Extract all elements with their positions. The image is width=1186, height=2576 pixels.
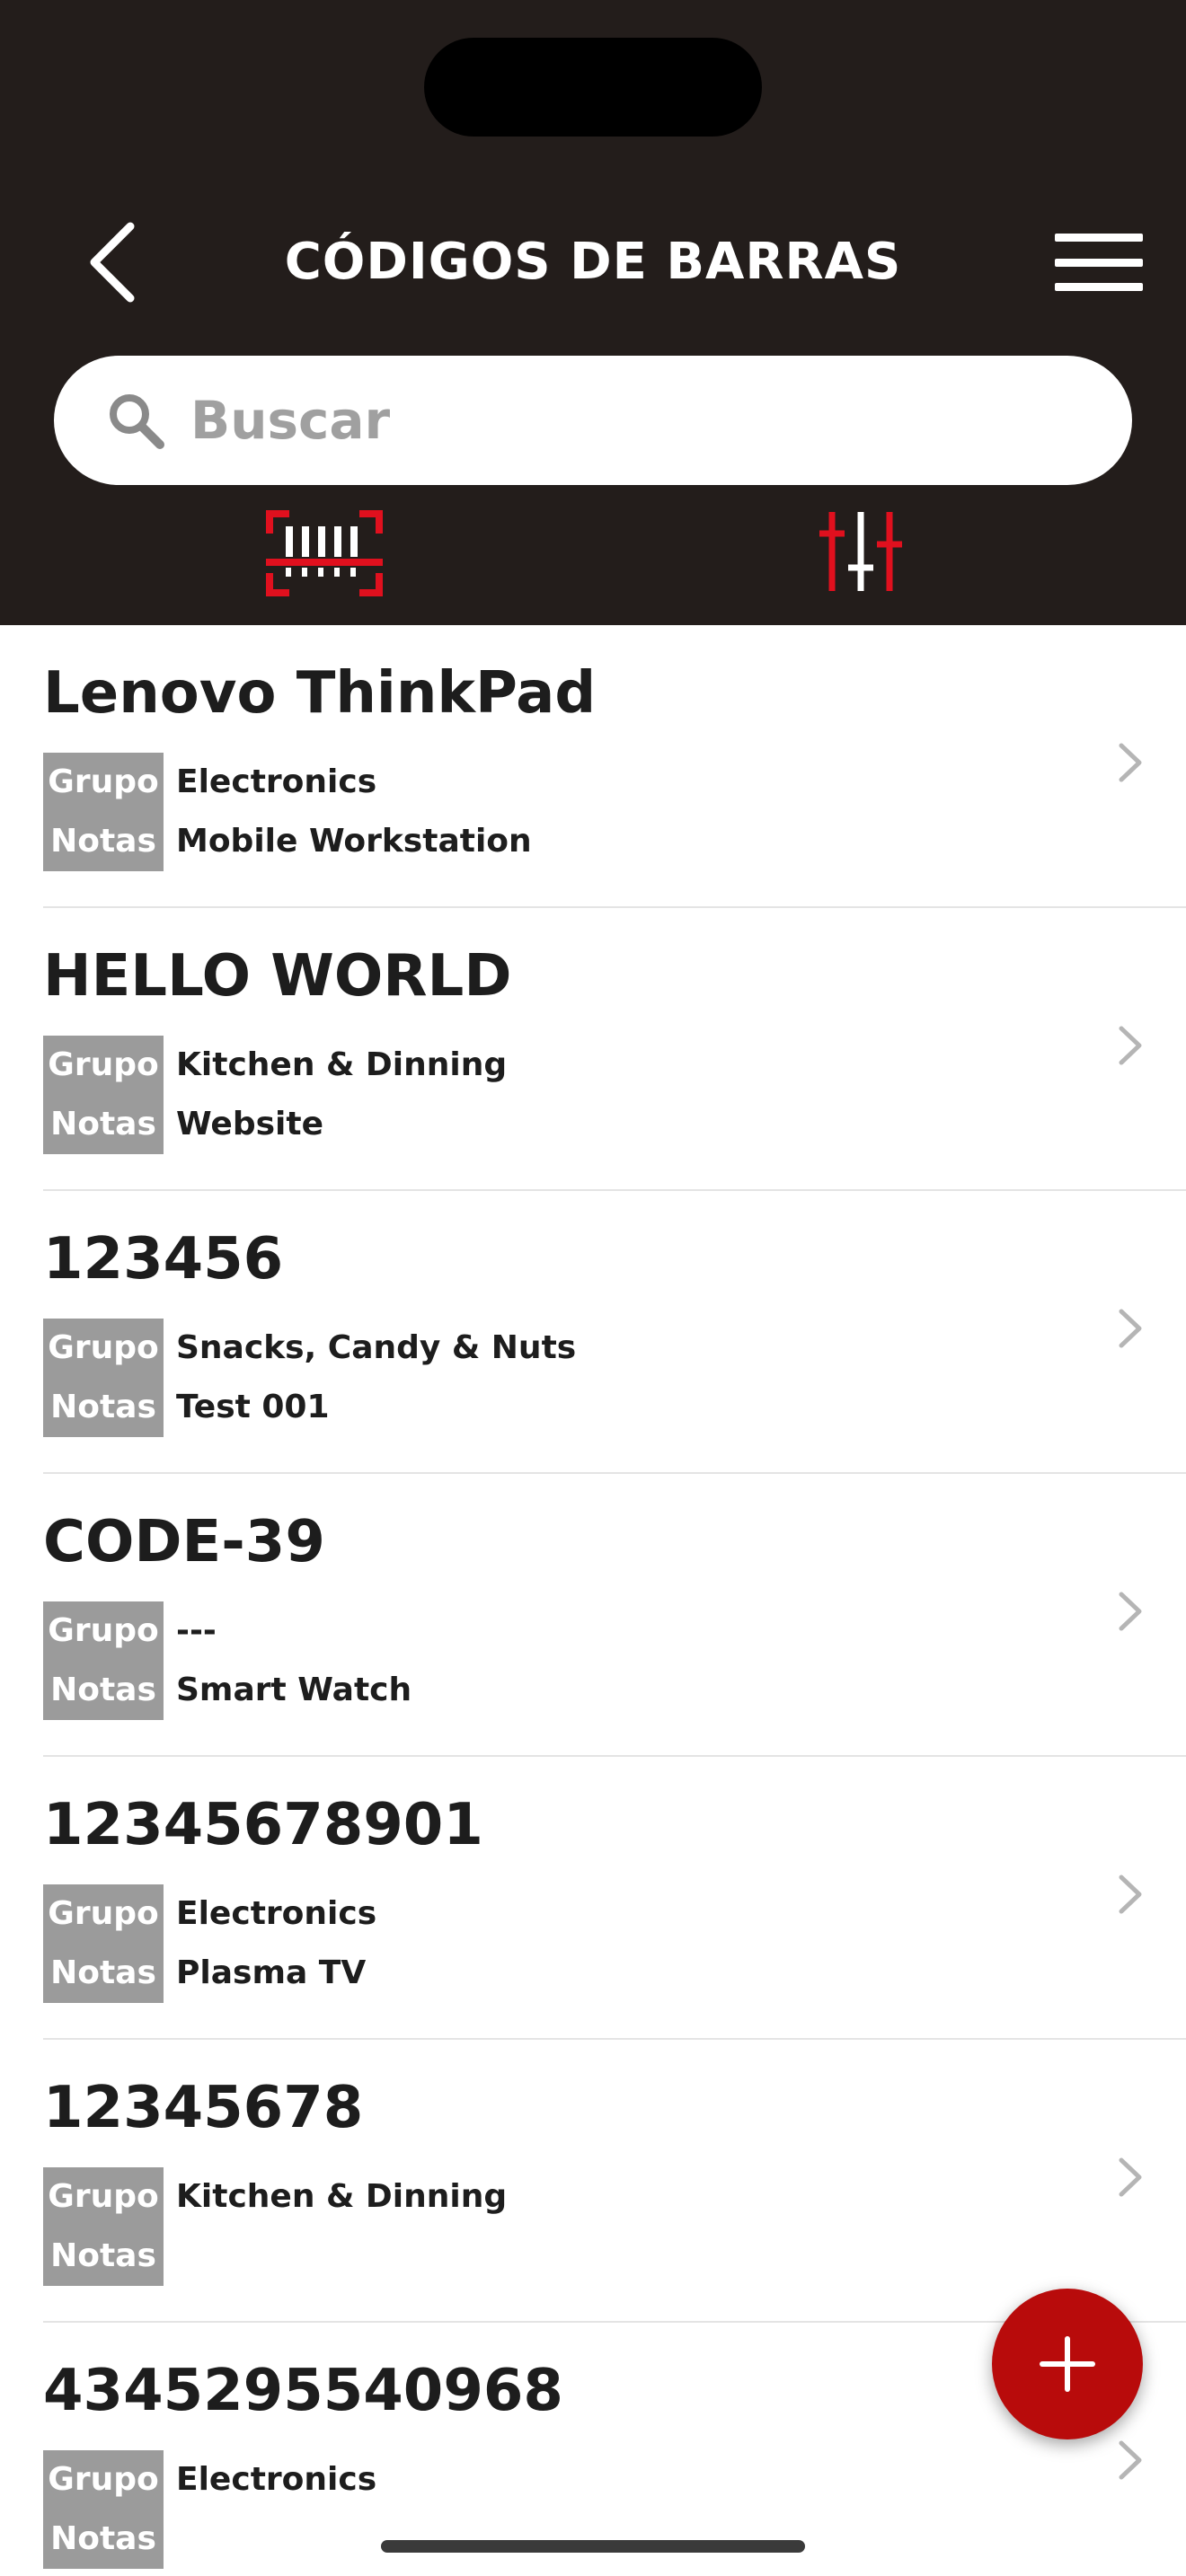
list-item[interactable]: Lenovo ThinkPad Grupo Electronics Notas … [43, 625, 1186, 908]
group-value: Kitchen & Dinning [176, 2178, 508, 2215]
item-title: 12345678901 [43, 1792, 483, 1858]
menu-button[interactable] [1049, 226, 1148, 298]
chevron-right-icon [1119, 1592, 1142, 1631]
chevron-left-icon [90, 222, 135, 303]
list-item[interactable]: 12345678 Grupo Kitchen & Dinning Notas [43, 2040, 1186, 2323]
chevron-right-icon [1119, 1875, 1142, 1914]
notes-value: Mobile Workstation [176, 823, 532, 860]
page-title: CÓDIGOS DE BARRAS [284, 233, 902, 291]
notes-label: Notas [43, 1944, 164, 2003]
group-label: Grupo [43, 2167, 164, 2227]
filter-button[interactable] [816, 508, 906, 598]
list-item[interactable]: 123456 Grupo Snacks, Candy & Nuts Notas … [43, 1191, 1186, 1474]
sliders-filter-icon [819, 512, 902, 591]
item-title: Lenovo ThinkPad [43, 660, 597, 727]
notes-value: Plasma TV [176, 1954, 367, 1991]
barcode-scan-icon [266, 510, 383, 596]
chevron-right-icon [1119, 1026, 1142, 1065]
notes-label: Notas [43, 1378, 164, 1437]
item-title: CODE-39 [43, 1509, 325, 1575]
search-icon [110, 394, 164, 449]
group-value: Electronics [176, 2461, 377, 2498]
group-value: --- [176, 1612, 217, 1649]
chevron-right-icon [1119, 743, 1142, 782]
notes-value: Website [176, 1106, 324, 1142]
group-label: Grupo [43, 1601, 164, 1661]
chevron-right-icon [1119, 2157, 1142, 2197]
back-button[interactable] [72, 208, 153, 316]
search-bar[interactable] [54, 356, 1132, 485]
barcode-scan-button[interactable] [266, 510, 383, 596]
item-title: 12345678 [43, 2075, 364, 2141]
notes-label: Notas [43, 2510, 164, 2569]
barcode-list: Lenovo ThinkPad Grupo Electronics Notas … [0, 625, 1186, 2576]
group-label: Grupo [43, 1884, 164, 1944]
item-title: HELLO WORLD [43, 943, 512, 1010]
plus-icon [1040, 2336, 1095, 2392]
chevron-right-icon [1119, 2440, 1142, 2480]
hamburger-menu-icon [1055, 234, 1143, 242]
notes-value: Test 001 [176, 1389, 330, 1425]
group-label: Grupo [43, 2450, 164, 2510]
group-label: Grupo [43, 753, 164, 812]
app-header: CÓDIGOS DE BARRAS [0, 0, 1186, 625]
item-title: 123456 [43, 1226, 284, 1292]
list-item[interactable]: 12345678901 Grupo Electronics Notas Plas… [43, 1757, 1186, 2040]
group-label: Grupo [43, 1036, 164, 1095]
list-item[interactable]: HELLO WORLD Grupo Kitchen & Dinning Nota… [43, 908, 1186, 1191]
list-item[interactable]: CODE-39 Grupo --- Notas Smart Watch [43, 1474, 1186, 1757]
group-value: Electronics [176, 1895, 377, 1932]
notes-label: Notas [43, 1095, 164, 1154]
group-value: Snacks, Candy & Nuts [176, 1329, 577, 1366]
group-label: Grupo [43, 1319, 164, 1378]
home-indicator[interactable] [381, 2540, 805, 2553]
notes-label: Notas [43, 1661, 164, 1720]
search-input[interactable] [190, 390, 999, 451]
notes-label: Notas [43, 812, 164, 871]
dynamic-island [424, 38, 762, 137]
notes-value: Smart Watch [176, 1672, 412, 1708]
screen: CÓDIGOS DE BARRAS Buscar Lenovo ThinkPad… [0, 0, 1186, 2576]
group-value: Kitchen & Dinning [176, 1046, 508, 1083]
chevron-right-icon [1119, 1309, 1142, 1348]
notes-label: Notas [43, 2227, 164, 2286]
item-title: 4345295540968 [43, 2358, 563, 2424]
add-barcode-button[interactable] [992, 2289, 1143, 2439]
group-value: Electronics [176, 763, 377, 800]
